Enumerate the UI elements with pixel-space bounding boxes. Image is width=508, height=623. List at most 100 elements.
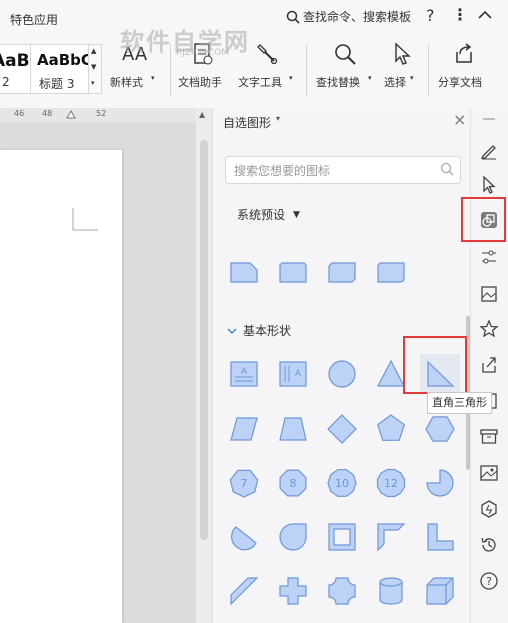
panel-title-dropdown-icon[interactable]: ▾ [276,114,280,123]
divider [306,44,307,96]
octagon-8-shape-button[interactable]: 8 [273,463,313,503]
picture-icon [480,465,498,481]
style-preview-1[interactable]: AaBbC( 2 [0,44,62,94]
oval-shape-button[interactable] [322,354,362,394]
adjust-icon [482,250,496,264]
diamond-shape-button[interactable] [322,409,362,449]
half-frame-shape-button[interactable] [371,517,411,557]
hexagon-shape-button[interactable] [420,409,460,449]
pentagon-icon [376,414,406,441]
magnifier-icon [335,44,356,65]
more-icon[interactable]: ⋮ [452,5,468,24]
sidebar-history-button[interactable] [474,530,504,560]
doc-helper-label: 文档助手 [178,76,222,89]
parallelogram-shape-button[interactable] [224,409,264,449]
command-search[interactable]: 查找命令、搜索模板 [286,8,411,25]
plaque-shape-button[interactable] [322,571,362,611]
chord-shape-button[interactable] [224,517,264,557]
document-scroll-thumb[interactable] [200,140,208,540]
dodecagon-12-shape-button[interactable]: 12 [371,463,411,503]
vertical-text-box-shape-button[interactable]: A [273,354,313,394]
preset-label: 系统预设 [237,208,286,222]
preset-dropdown[interactable]: 系统预设 ▼ [237,206,300,223]
style-preview-1-name: 2 [2,75,10,89]
text-tools-label: 文字工具 [238,76,282,89]
decagon-10-icon: 10 [327,469,357,497]
sidebar-collapse-button[interactable] [474,104,504,134]
star-icon [479,319,499,338]
svg-text:10: 10 [335,477,349,490]
gallery-up-icon[interactable]: ▲ [91,47,96,55]
gallery-down-icon[interactable]: ▼ [91,63,96,71]
dropdown-arrow-icon: ▾ [151,74,155,82]
scroll-up-icon[interactable]: ▲ [199,110,205,119]
tab-special-apps[interactable]: 特色应用 [10,11,58,28]
history-icon [481,537,496,552]
snip-diag-shape-button[interactable] [322,252,362,292]
decagon-10-shape-button[interactable]: 10 [322,463,362,503]
search-icon [286,10,300,24]
horizontal-ruler: 46 48 52 [0,108,196,122]
plus-shape-button[interactable] [273,571,313,611]
text-box-shape-button[interactable]: A [224,354,264,394]
sidebar-pen-button[interactable] [474,135,504,165]
dodecagon-12-icon: 12 [376,468,406,498]
sidebar-adjust-button[interactable] [474,242,504,272]
wrench-icon [257,44,278,65]
pointer-icon [395,42,411,65]
snip-corner-icon [230,262,258,283]
shape-search-field[interactable]: 搜索您想要的图标 [225,156,461,184]
watermark-url: RJZXW.COM [176,48,230,58]
sidebar-archive-button[interactable] [474,421,504,451]
heptagon-7-shape-button[interactable]: 7 [224,463,264,503]
round-diag-shape-button[interactable] [371,252,411,292]
ruler-tick: 48 [42,109,53,118]
indent-marker-icon[interactable] [66,110,76,120]
find-replace-label: 查找替换 [316,76,360,89]
select-label: 选择 [384,76,406,89]
document-page[interactable] [0,150,122,623]
section-title: 基本形状 [243,324,292,338]
dropdown-arrow-icon: ▾ [368,74,372,82]
help-icon[interactable]: ? [426,6,435,25]
snip-same-side-icon [279,262,307,283]
collapse-ribbon-icon[interactable] [478,10,492,19]
style-preview-2[interactable]: AaBbC 标题 3 [30,44,90,94]
frame-shape-button[interactable] [322,517,362,557]
diagonal-stripe-shape-button[interactable] [224,571,264,611]
plus-icon [279,577,307,605]
image-edit-icon [481,286,497,302]
svg-text:7: 7 [241,477,248,490]
sidebar-help-button[interactable]: ? [474,566,504,596]
svg-text:8: 8 [290,477,297,490]
section-basic-shapes-header[interactable]: 基本形状 [227,322,291,339]
style-gallery-scroll[interactable]: ▲ ▼ ▾ [88,44,102,94]
sidebar-image-edit-button[interactable] [474,279,504,309]
sidebar-star-button[interactable] [474,314,504,344]
pentagon-shape-button[interactable] [371,409,411,449]
pie-shape-button[interactable] [420,463,460,503]
sidebar-cursor-button[interactable] [474,170,504,200]
new-style-label: 新样式 [110,76,143,89]
teardrop-shape-button[interactable] [273,517,313,557]
sidebar-share-button[interactable] [474,350,504,380]
l-shape-shape-button[interactable] [420,517,460,557]
gallery-expand-icon[interactable]: ▾ [91,79,95,87]
close-icon[interactable]: × [453,110,466,129]
panel-title[interactable]: 自选图形 [223,114,271,131]
divider [428,44,429,96]
cube-shape-button[interactable] [420,571,460,611]
can-shape-button[interactable] [371,571,411,611]
section-collapse-icon [227,328,237,334]
sidebar-picture-button[interactable] [474,458,504,488]
chevron-down-icon: ▼ [293,209,300,220]
archive-icon [480,429,498,444]
snip-same-side-shape-button[interactable] [273,252,313,292]
search-icon[interactable] [440,162,454,176]
snip-corner-shape-button[interactable] [224,252,264,292]
shape-search-placeholder: 搜索您想要的图标 [234,164,331,178]
highlight-box-right-triangle [403,336,467,394]
highlight-box-shapes-tool [461,197,506,242]
trapezoid-shape-button[interactable] [273,409,313,449]
sidebar-hexagon-badge-button[interactable] [474,494,504,524]
